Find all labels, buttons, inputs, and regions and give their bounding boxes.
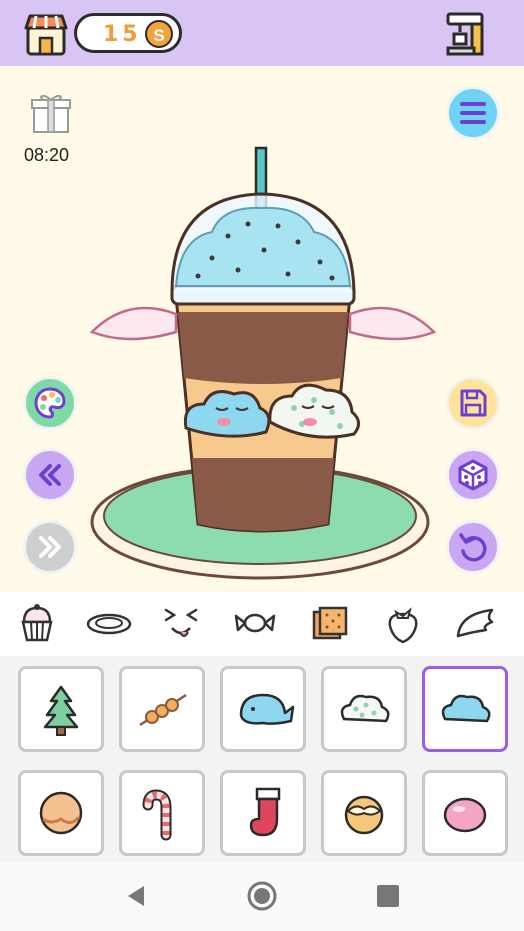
cloud-dots-icon bbox=[340, 694, 390, 723]
coin-icon: S bbox=[145, 20, 173, 48]
save-icon bbox=[460, 389, 487, 417]
item-cream-puff[interactable] bbox=[321, 770, 407, 856]
shop-icon[interactable] bbox=[22, 10, 70, 58]
coin-counter: 15 S bbox=[74, 13, 182, 53]
item-cookie[interactable] bbox=[18, 770, 104, 856]
gift-icon[interactable] bbox=[30, 90, 72, 134]
item-tree[interactable] bbox=[18, 666, 104, 752]
strawberry-icon[interactable] bbox=[380, 600, 426, 646]
skewer-icon bbox=[139, 693, 187, 727]
item-cloud-dots[interactable] bbox=[321, 666, 407, 752]
stocking-icon bbox=[249, 787, 281, 837]
cloud-blue-icon bbox=[441, 694, 491, 723]
random-button[interactable] bbox=[446, 448, 500, 502]
undo-icon bbox=[459, 533, 487, 562]
dice-icon bbox=[458, 459, 488, 491]
item-whale[interactable] bbox=[220, 666, 306, 752]
cracker-icon[interactable] bbox=[306, 600, 352, 646]
item-mochi[interactable] bbox=[422, 770, 508, 856]
candy-icon[interactable] bbox=[232, 600, 278, 646]
tree-icon bbox=[43, 685, 79, 736]
menu-icon bbox=[460, 102, 486, 124]
back-icon[interactable] bbox=[124, 884, 148, 908]
home-icon[interactable] bbox=[246, 880, 278, 912]
mochi-icon bbox=[443, 797, 487, 833]
face-icon[interactable] bbox=[158, 600, 204, 646]
system-nav-bar bbox=[0, 862, 524, 931]
cookie-icon bbox=[39, 791, 83, 835]
double-chevron-left-icon bbox=[39, 464, 61, 486]
double-chevron-right-icon bbox=[39, 536, 61, 558]
cupcake-icon[interactable] bbox=[14, 600, 60, 646]
drink-illustration bbox=[88, 146, 438, 586]
top-bar: 15 S bbox=[0, 0, 524, 66]
save-button[interactable] bbox=[446, 376, 500, 430]
reset-button[interactable] bbox=[446, 520, 500, 574]
item-cloud-blue[interactable] bbox=[422, 666, 508, 752]
coin-value: 15 bbox=[103, 22, 142, 47]
candy-cane-icon bbox=[142, 789, 172, 841]
menu-button[interactable] bbox=[446, 86, 500, 140]
palette-button[interactable] bbox=[23, 376, 77, 430]
item-stocking[interactable] bbox=[220, 770, 306, 856]
plate-icon[interactable] bbox=[86, 600, 132, 646]
timer-text: 08:20 bbox=[24, 145, 70, 165]
whale-icon bbox=[239, 693, 295, 725]
palette-icon bbox=[34, 387, 66, 419]
coffee-machine-icon[interactable] bbox=[442, 10, 490, 58]
items-grid bbox=[0, 656, 524, 862]
category-bar bbox=[0, 592, 524, 657]
redo-button[interactable] bbox=[23, 520, 77, 574]
item-candy-cane[interactable] bbox=[119, 770, 205, 856]
recents-icon[interactable] bbox=[376, 884, 400, 908]
undo-button[interactable] bbox=[23, 448, 77, 502]
item-skewer[interactable] bbox=[119, 666, 205, 752]
cream-puff-icon bbox=[344, 795, 384, 835]
wing-icon[interactable] bbox=[452, 600, 498, 646]
